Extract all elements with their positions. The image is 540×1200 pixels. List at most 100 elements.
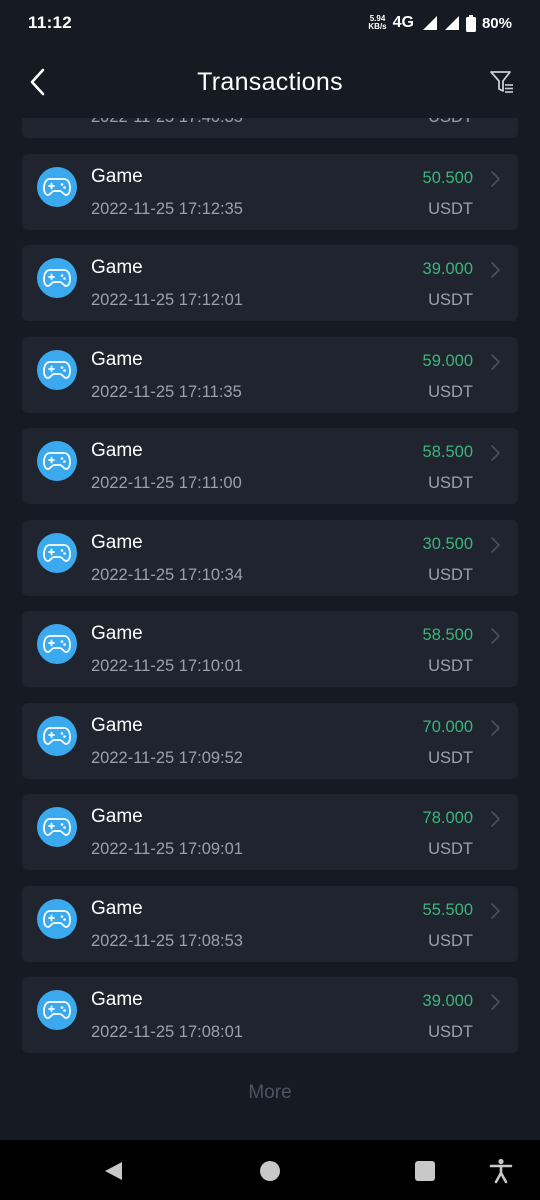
gamepad-icon: [37, 349, 77, 390]
transaction-amount: 70.000: [422, 717, 473, 736]
transaction-currency: USDT: [428, 657, 473, 675]
square-recents-icon: [415, 1161, 435, 1181]
transaction-title: Game: [91, 531, 143, 553]
transaction-amount: 55.500: [422, 900, 473, 919]
chevron-right-icon: [491, 994, 500, 1010]
transaction-title: Game: [91, 897, 143, 919]
gamepad-icon: [37, 441, 77, 481]
nav-accessibility-button[interactable]: [488, 1158, 514, 1184]
transaction-date: 2022-11-25 17:08:01: [91, 1023, 243, 1041]
chevron-right-icon: [491, 353, 500, 370]
transaction-amount: 39.000: [422, 992, 473, 1010]
transaction-title: Game: [91, 806, 143, 827]
transaction-card[interactable]: Game 2022-11-25 17:10:34 30.500 USDT: [22, 519, 518, 596]
transaction-amount: 59.000: [422, 351, 473, 370]
chevron-right-icon: [491, 262, 500, 278]
transaction-date: 2022-11-25 17:10:34: [91, 565, 243, 584]
chevron-right-icon: [491, 719, 500, 736]
transaction-date: 2022-11-25 17:12:35: [91, 199, 243, 218]
transaction-amount: 50.500: [422, 168, 473, 187]
transaction-amount: 39.000: [422, 260, 473, 278]
net-speed: 5.94 KB/s: [368, 15, 386, 31]
gamepad-icon: [37, 166, 77, 207]
gamepad-icon: [37, 807, 77, 847]
transaction-currency: USDT: [428, 748, 473, 767]
status-bar: 11:12 5.94 KB/s 4G 80%: [0, 0, 540, 46]
filter-icon: [490, 71, 513, 93]
chevron-right-icon: [491, 811, 500, 827]
transaction-title: Game: [91, 348, 143, 370]
transaction-currency: USDT: [428, 840, 473, 858]
transaction-card-partial[interactable]: 2022-11-25 17:40:35 USDT: [22, 118, 518, 138]
transaction-currency: USDT: [428, 382, 473, 401]
back-button[interactable]: [20, 64, 56, 100]
transaction-title: Game: [91, 623, 143, 644]
transaction-currency: USDT: [428, 118, 473, 127]
transaction-amount: 78.000: [422, 809, 473, 827]
transaction-card[interactable]: Game 2022-11-25 17:12:01 39.000 USDT: [22, 245, 518, 321]
chevron-right-icon: [491, 902, 500, 919]
transaction-currency: USDT: [428, 474, 473, 492]
gamepad-icon: [37, 258, 77, 298]
transaction-date: 2022-11-25 17:11:00: [91, 474, 242, 492]
header: Transactions: [0, 46, 540, 118]
transaction-card[interactable]: Game 2022-11-25 17:12:35 50.500 USDT: [22, 153, 518, 230]
transaction-amount: 58.500: [422, 626, 473, 644]
network-type: 4G: [392, 14, 414, 31]
transaction-currency: USDT: [428, 1023, 473, 1041]
chevron-left-icon: [30, 68, 45, 96]
signal-icon: [422, 16, 437, 30]
transaction-date: 2022-11-25 17:09:01: [91, 840, 243, 858]
transaction-date: 2022-11-25 17:12:01: [91, 291, 243, 309]
circle-home-icon: [260, 1161, 280, 1181]
transaction-currency: USDT: [428, 291, 473, 309]
transaction-card[interactable]: Game 2022-11-25 17:10:01 58.500 USDT: [22, 611, 518, 687]
page-title: Transactions: [197, 67, 343, 96]
battery-icon: [465, 14, 476, 32]
net-speed-unit: KB/s: [368, 22, 387, 31]
gamepad-icon: [37, 532, 77, 573]
status-indicators: 5.94 KB/s 4G 80%: [368, 14, 512, 32]
transaction-title: Game: [91, 989, 143, 1010]
more-button[interactable]: More: [0, 1082, 540, 1104]
gamepad-icon: [37, 898, 77, 939]
transaction-amount: 58.500: [422, 443, 473, 461]
nav-recents-button[interactable]: [412, 1158, 438, 1184]
gamepad-icon: [37, 990, 77, 1030]
transaction-card[interactable]: Game 2022-11-25 17:09:01 78.000 USDT: [22, 794, 518, 870]
transaction-date: 2022-11-25 17:40:35: [91, 118, 243, 127]
transaction-title: Game: [91, 440, 143, 461]
triangle-back-icon: [105, 1162, 122, 1180]
transaction-date: 2022-11-25 17:09:52: [91, 748, 243, 767]
transaction-card[interactable]: Game 2022-11-25 17:11:00 58.500 USDT: [22, 428, 518, 504]
transaction-currency: USDT: [428, 931, 473, 950]
transaction-currency: USDT: [428, 565, 473, 584]
transaction-card[interactable]: Game 2022-11-25 17:09:52 70.000 USDT: [22, 702, 518, 779]
accessibility-icon: [489, 1158, 513, 1184]
transaction-currency: USDT: [428, 199, 473, 218]
chevron-right-icon: [491, 445, 500, 461]
chevron-right-icon: [491, 536, 500, 553]
transaction-title: Game: [91, 257, 143, 278]
transaction-date: 2022-11-25 17:10:01: [91, 657, 243, 675]
chevron-right-icon: [491, 170, 500, 187]
gamepad-icon: [37, 715, 77, 756]
transaction-list[interactable]: 2022-11-25 17:40:35 USDT Game 2022-11-25…: [0, 118, 540, 1140]
status-time: 11:12: [28, 13, 73, 32]
battery-level: 80%: [481, 14, 512, 32]
filter-button[interactable]: [484, 64, 520, 100]
chevron-right-icon: [491, 628, 500, 644]
gamepad-icon: [37, 624, 77, 664]
transaction-title: Game: [91, 714, 143, 736]
nav-home-button[interactable]: [257, 1158, 283, 1184]
system-nav-bar: [0, 1140, 540, 1200]
transaction-card[interactable]: Game 2022-11-25 17:11:35 59.000 USDT: [22, 336, 518, 413]
transaction-date: 2022-11-25 17:11:35: [91, 382, 242, 401]
transaction-date: 2022-11-25 17:08:53: [91, 931, 243, 950]
nav-back-button[interactable]: [100, 1158, 126, 1184]
transaction-amount: 30.500: [422, 534, 473, 553]
signal-icon-2: [444, 16, 459, 30]
transaction-card[interactable]: Game 2022-11-25 17:08:01 39.000 USDT: [22, 977, 518, 1053]
transaction-card[interactable]: Game 2022-11-25 17:08:53 55.500 USDT: [22, 885, 518, 962]
transaction-title: Game: [91, 165, 143, 187]
